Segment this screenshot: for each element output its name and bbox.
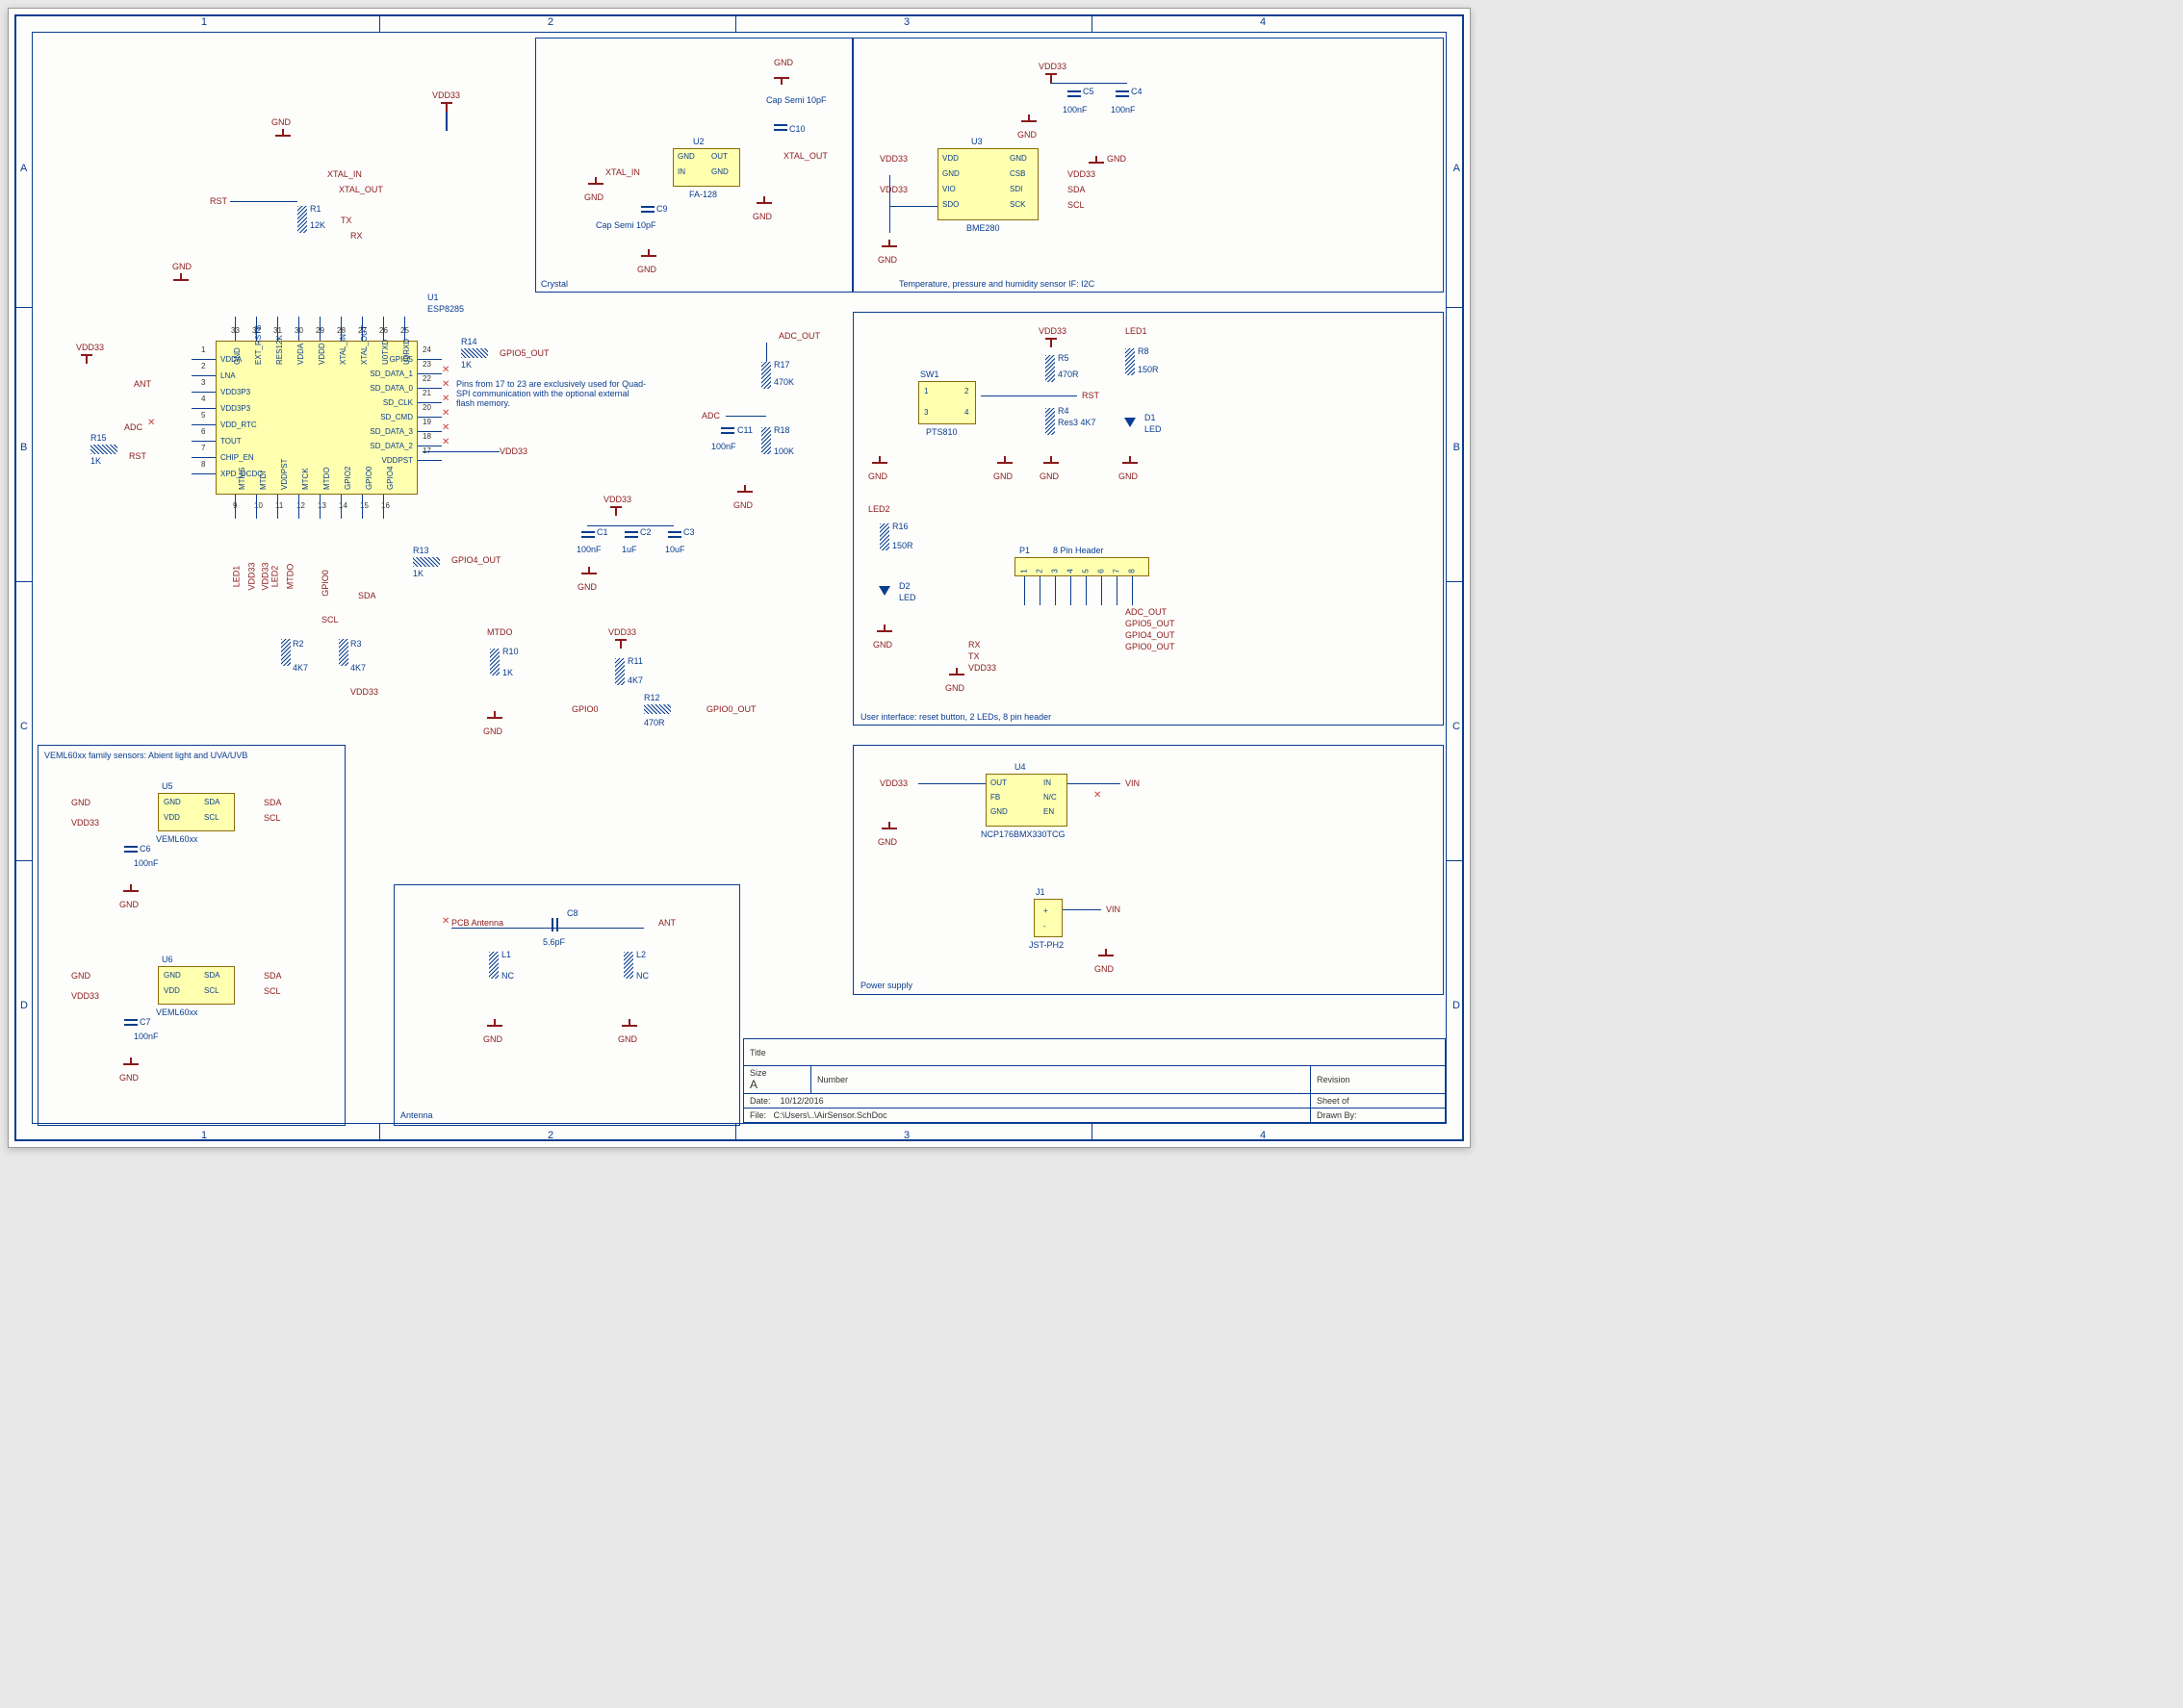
header [1014, 557, 1149, 576]
r12 [644, 704, 671, 714]
ruler-col: 4 [1260, 1130, 1266, 1141]
schematic-page: 1 2 3 4 1 2 3 4 A B C D A B C D U1 ESP82… [8, 8, 1471, 1148]
r10 [490, 649, 500, 676]
ruler-row: B [1453, 442, 1460, 453]
ruler-row: B [20, 442, 27, 453]
ruler-col: 1 [201, 16, 207, 28]
title-label: Title [750, 1048, 766, 1058]
ruler-col: 4 [1260, 16, 1266, 28]
r13 [413, 557, 440, 567]
gnd-icon [273, 129, 293, 142]
gnd-icon [171, 273, 191, 287]
section-title: Antenna [400, 1110, 433, 1120]
r14 [461, 348, 488, 358]
led-icon [1124, 418, 1136, 427]
net-rst: RST [210, 196, 227, 206]
connector-j1 [1034, 899, 1063, 937]
ruler-col: 3 [904, 16, 910, 28]
ruler-row: C [1452, 721, 1460, 732]
r11 [615, 658, 625, 685]
ruler-col: 3 [904, 1130, 910, 1141]
ruler-row: A [1453, 163, 1460, 174]
r2 [281, 639, 291, 666]
section-title: Crystal [541, 279, 568, 289]
c8 [551, 918, 558, 931]
r15 [90, 445, 117, 454]
section-title: Power supply [860, 981, 912, 990]
c11 [721, 427, 734, 435]
quad-spi-note: Pins from 17 to 23 are exclusively used … [456, 379, 649, 408]
c10 [774, 124, 787, 132]
c2 [625, 531, 638, 539]
ruler-col: 2 [548, 1130, 553, 1141]
c3 [668, 531, 681, 539]
net-vdd33: VDD33 [76, 343, 104, 352]
r1 [297, 206, 307, 233]
section-title: VEML60xx family sensors: Abient light an… [44, 751, 247, 760]
led-icon [879, 586, 890, 596]
c1 [581, 531, 595, 539]
section-title: User interface: reset button, 2 LEDs, 8 … [860, 712, 1051, 722]
net-vdd33: VDD33 [432, 90, 460, 100]
r5 [1045, 355, 1055, 382]
ruler-row: D [1452, 1000, 1460, 1011]
title-block: Title SizeA Number Revision Date: 10/12/… [743, 1038, 1446, 1123]
ruler-col: 1 [201, 1130, 207, 1141]
ruler-row: C [20, 721, 28, 732]
ruler-col: 2 [548, 16, 553, 28]
section-psu [853, 745, 1444, 995]
c5 [1067, 90, 1081, 98]
ruler-row: D [20, 1000, 28, 1011]
r4 [1045, 408, 1055, 435]
r17 [761, 362, 771, 389]
c4 [1116, 90, 1129, 98]
c9 [641, 206, 655, 214]
r18 [761, 427, 771, 454]
chip-ref: U1 [427, 293, 439, 302]
r3 [339, 639, 348, 666]
l2 [624, 952, 633, 979]
chip-part: ESP8285 [427, 304, 464, 314]
l1 [489, 952, 499, 979]
r16 [880, 523, 889, 550]
section-title: Temperature, pressure and humidity senso… [899, 279, 1094, 289]
schematic-area: U1 ESP8285 1 VDDA 2 LNA 3 VDD3P3 4 VDD3P… [33, 33, 1446, 1123]
r8 [1125, 348, 1135, 375]
ruler-row: A [20, 163, 27, 174]
